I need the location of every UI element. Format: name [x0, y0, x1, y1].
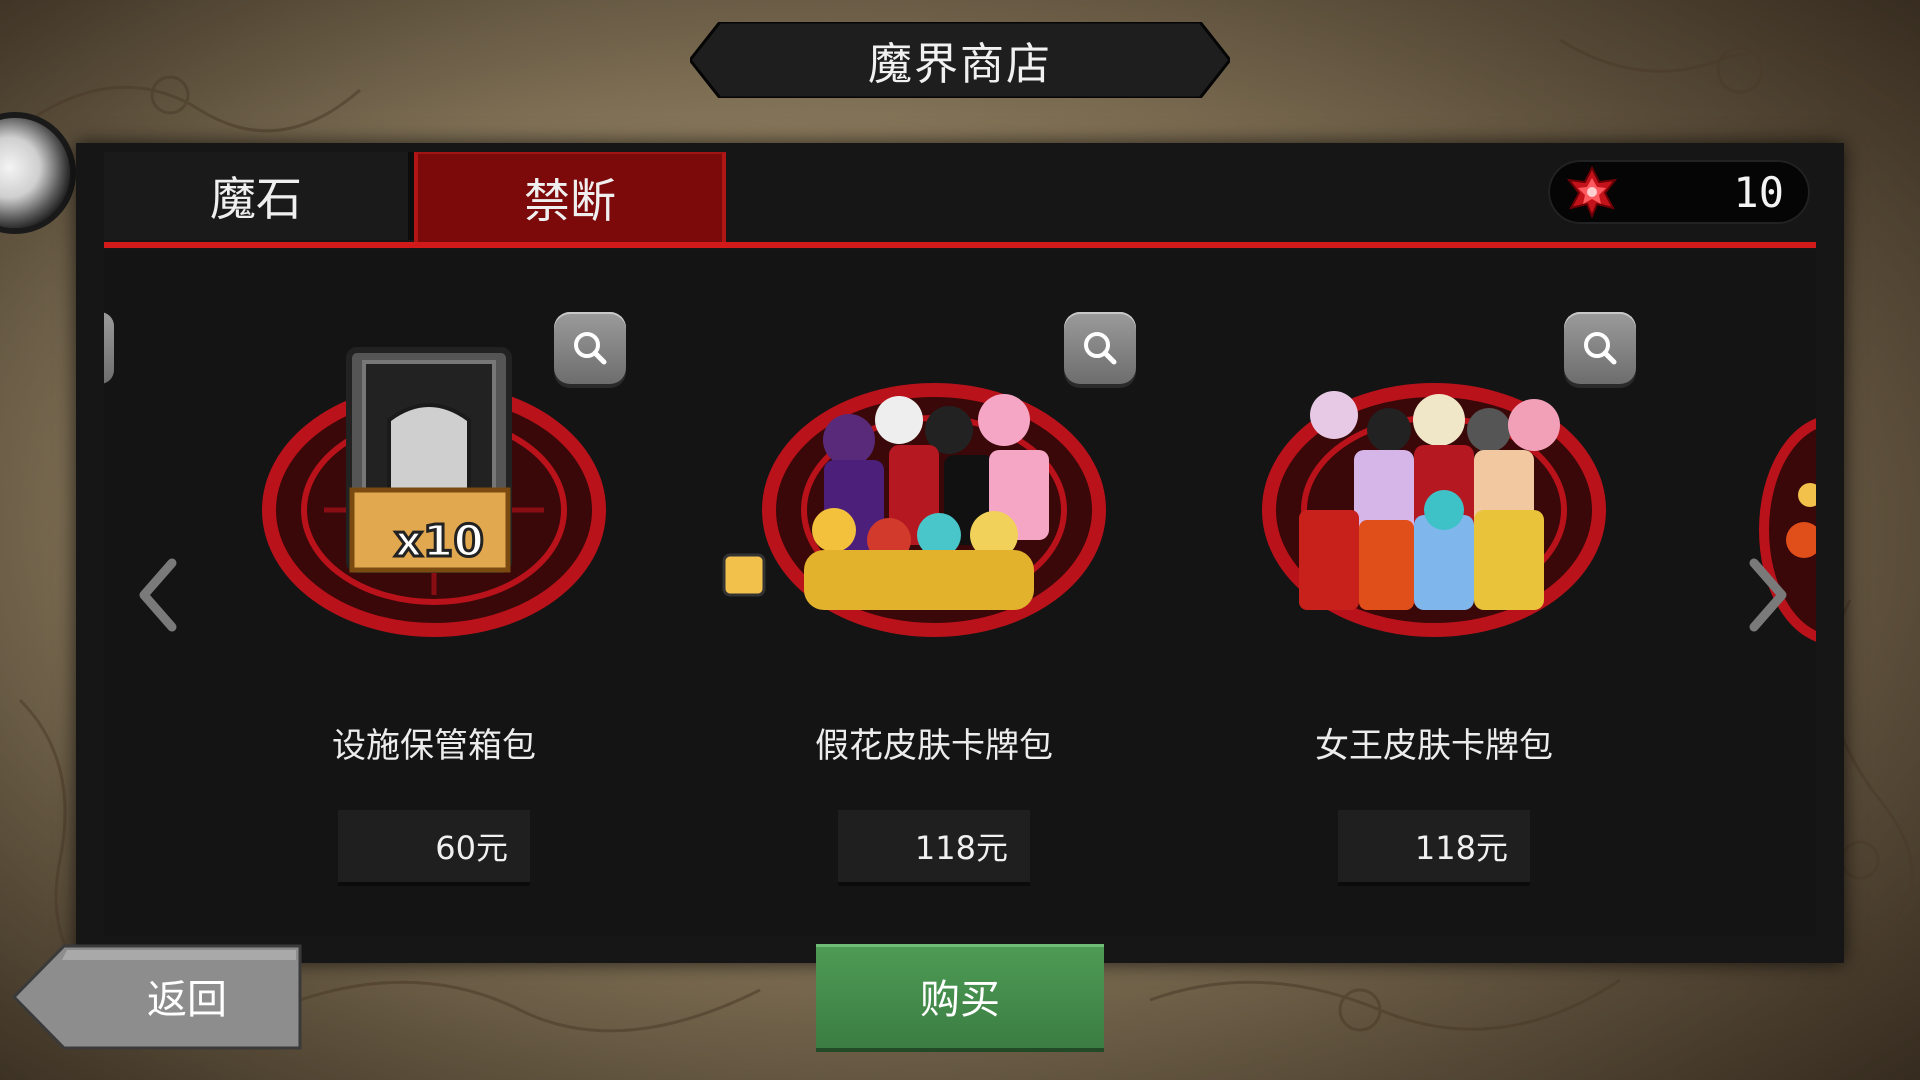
product-price: 118元	[1414, 829, 1508, 867]
chevron-left-icon[interactable]	[134, 555, 184, 635]
tab-label: 魔石	[210, 172, 302, 226]
chevron-right-icon[interactable]	[1742, 555, 1792, 635]
zoom-button[interactable]	[554, 312, 626, 384]
product-name: 设施保管箱包	[332, 726, 536, 766]
back-button-label: 返回	[147, 977, 227, 1023]
tab-underline	[104, 242, 1816, 248]
buy-button-label: 购买	[920, 977, 1000, 1023]
shop-tabs: 魔石 禁断	[104, 152, 726, 242]
red-gem-icon	[1566, 166, 1618, 218]
price-button[interactable]: 118元	[1338, 810, 1530, 882]
price-button[interactable]: 118元	[838, 810, 1030, 882]
magnifier-icon	[574, 332, 607, 365]
product-carousel: x10 设施保管箱包 60元 假花皮肤卡牌包 118元 女王皮肤卡牌包 118元	[104, 250, 1816, 936]
magnifier-icon	[1084, 332, 1117, 365]
quantity-badge: x10	[394, 516, 484, 567]
product-price: 118元	[914, 829, 1008, 867]
product-price: 60元	[435, 829, 508, 867]
product-card[interactable]: 假花皮肤卡牌包 118元	[684, 250, 1184, 936]
product-card[interactable]: 女王皮肤卡牌包 118元	[1184, 250, 1684, 936]
product-card[interactable]: x10 设施保管箱包 60元	[184, 250, 684, 936]
zoom-button[interactable]	[1064, 312, 1136, 384]
price-button[interactable]: 60元	[338, 810, 530, 882]
tab-magic-stone[interactable]: 魔石	[104, 152, 408, 240]
product-name: 女王皮肤卡牌包	[1315, 726, 1553, 766]
product-name: 假花皮肤卡牌包	[815, 726, 1053, 766]
page-title: 魔界商店	[868, 39, 1052, 90]
buy-button[interactable]: 购买	[816, 944, 1104, 1048]
prev-card-edge	[104, 312, 114, 384]
title-banner: 魔界商店	[690, 22, 1230, 98]
back-button[interactable]: 返回	[12, 944, 302, 1050]
currency-value: 10	[1733, 167, 1784, 217]
currency-display: 10	[1548, 160, 1810, 224]
zoom-button[interactable]	[1564, 312, 1636, 384]
tab-forbidden[interactable]: 禁断	[414, 152, 726, 242]
magnifier-icon	[1584, 332, 1617, 365]
next-card-art-edge	[1759, 418, 1816, 642]
tab-label: 禁断	[524, 174, 616, 228]
